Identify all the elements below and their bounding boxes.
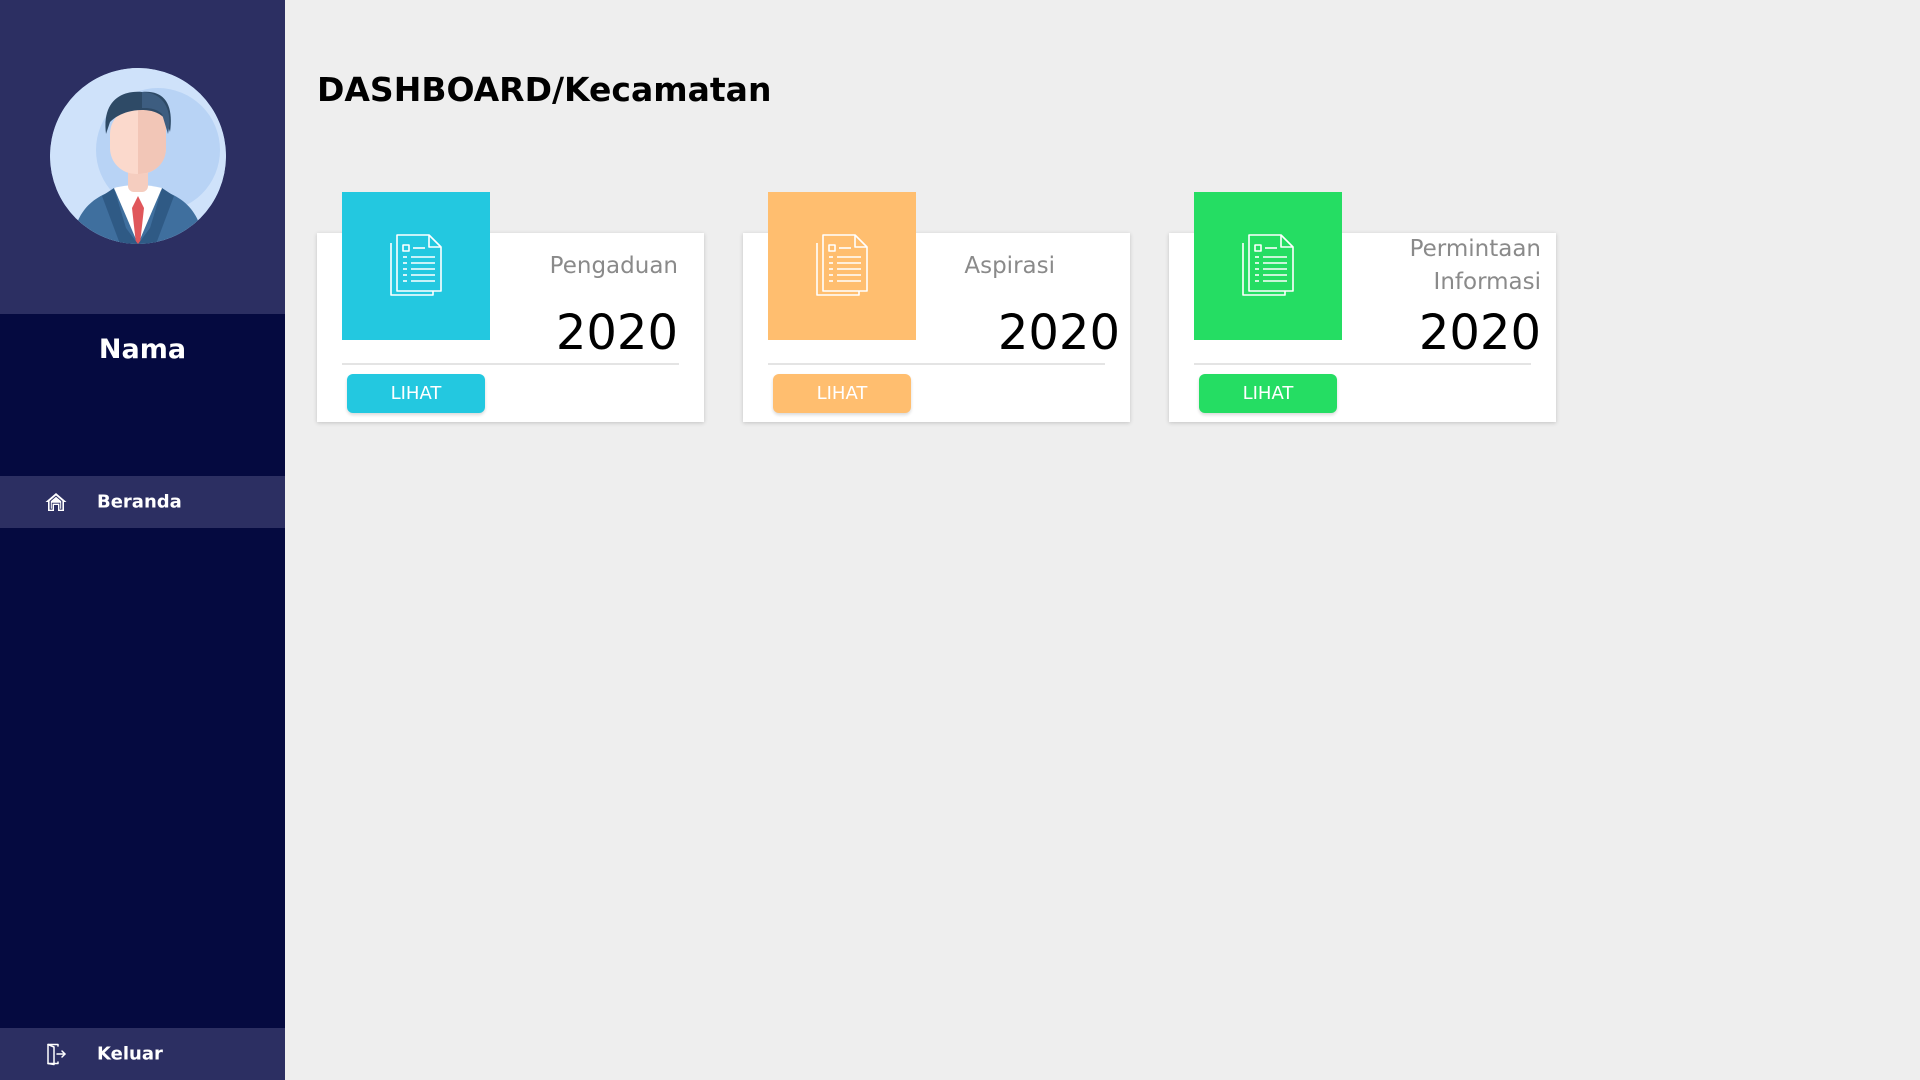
document-icon [813, 233, 871, 299]
lihat-aspirasi-button[interactable]: LIHAT [773, 374, 911, 413]
card-value: 2020 [555, 305, 678, 361]
card-permintaan-informasi: Permintaan Informasi 2020 LIHAT [1169, 192, 1556, 422]
card-aspirasi: Aspirasi 2020 LIHAT [743, 192, 1130, 422]
sidebar-item-keluar[interactable]: Keluar [0, 1028, 285, 1080]
page-title-section: DASHBOARD/ [317, 70, 565, 109]
card-title: Aspirasi [964, 253, 1055, 279]
user-avatar-icon [50, 68, 226, 244]
card-divider [1194, 363, 1531, 365]
card-title: Pengaduan [549, 253, 678, 279]
sidebar-item-label: Beranda [97, 491, 182, 513]
document-icon [1239, 233, 1297, 299]
lihat-permintaan-informasi-button[interactable]: LIHAT [1199, 374, 1337, 413]
home-icon [42, 488, 70, 516]
sidebar: Nama Beranda Keluar [0, 0, 285, 1080]
card-icon-box [342, 192, 490, 340]
sidebar-profile-panel [0, 0, 285, 314]
user-name: Nama [98, 334, 187, 365]
card-divider [768, 363, 1105, 365]
card-value: 2020 [997, 305, 1120, 361]
lihat-pengaduan-button[interactable]: LIHAT [347, 374, 485, 413]
sidebar-item-label: Keluar [97, 1043, 163, 1065]
sidebar-item-beranda[interactable]: Beranda [0, 476, 285, 528]
logout-icon [42, 1040, 70, 1068]
page-title: DASHBOARD/Kecamatan [317, 70, 771, 109]
card-title: Permintaan Informasi [1409, 236, 1541, 295]
card-pengaduan: Pengaduan 2020 LIHAT [317, 192, 704, 422]
card-icon-box [1194, 192, 1342, 340]
card-divider [342, 363, 679, 365]
card-value: 2020 [1418, 305, 1541, 361]
document-icon [387, 233, 445, 299]
page-title-subsection: Kecamatan [564, 70, 772, 109]
